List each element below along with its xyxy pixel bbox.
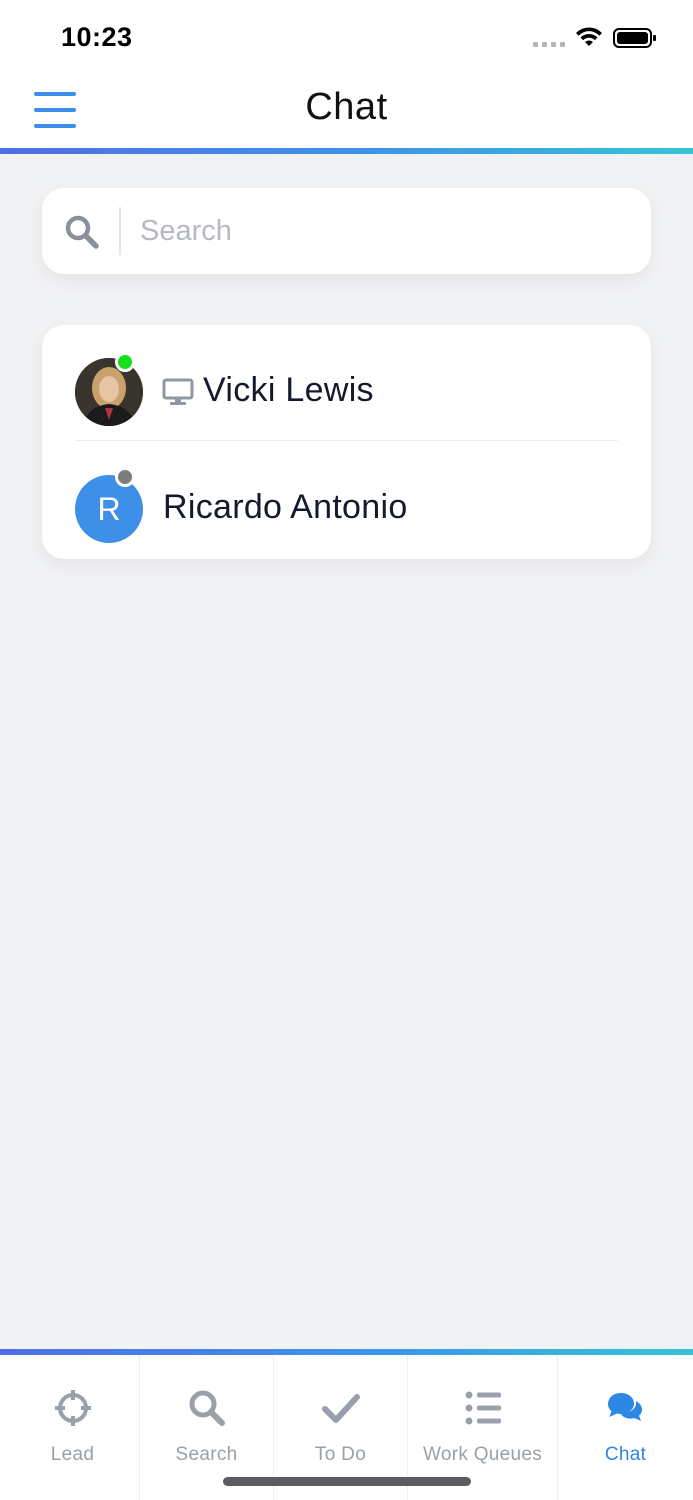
battery-icon — [613, 28, 656, 48]
status-time: 10:23 — [61, 22, 133, 52]
search-icon — [65, 215, 99, 249]
tab-label: Lead — [50, 1444, 95, 1465]
tab-label: Work Queues — [422, 1444, 543, 1465]
search-input[interactable] — [140, 206, 630, 256]
tab-lead[interactable]: Lead — [6, 1355, 140, 1500]
contact-name: Ricardo Antonio — [163, 488, 408, 526]
offline-status-dot — [115, 467, 135, 487]
search-icon — [189, 1390, 225, 1426]
tab-label: To Do — [314, 1444, 367, 1465]
avatar: R — [75, 475, 143, 543]
online-status-dot — [115, 352, 135, 372]
app-header: Chat — [0, 72, 693, 148]
checkmark-icon — [322, 1394, 360, 1423]
page-title: Chat — [305, 86, 388, 128]
cellular-signal-icon — [533, 42, 565, 47]
crosshair-icon — [55, 1390, 91, 1426]
status-bar: 10:23 — [0, 0, 693, 72]
contact-list: Vicki Lewis R Ricardo Antonio — [42, 325, 651, 559]
search-divider — [119, 207, 121, 255]
chat-bubbles-icon — [608, 1393, 642, 1421]
tab-chat[interactable]: Chat — [558, 1355, 693, 1500]
contact-item-ricardo-antonio[interactable]: R Ricardo Antonio — [42, 442, 651, 559]
search-bar[interactable] — [42, 188, 651, 274]
list-icon — [465, 1391, 501, 1425]
tab-label: Chat — [604, 1444, 647, 1465]
wifi-icon — [576, 27, 602, 46]
contact-item-vicki-lewis[interactable]: Vicki Lewis — [42, 325, 651, 442]
list-divider — [76, 440, 618, 441]
header-gradient-divider — [0, 148, 693, 154]
home-indicator — [223, 1477, 471, 1486]
contact-name: Vicki Lewis — [203, 371, 374, 409]
desktop-icon — [162, 378, 194, 405]
tab-label: Search — [175, 1444, 238, 1465]
